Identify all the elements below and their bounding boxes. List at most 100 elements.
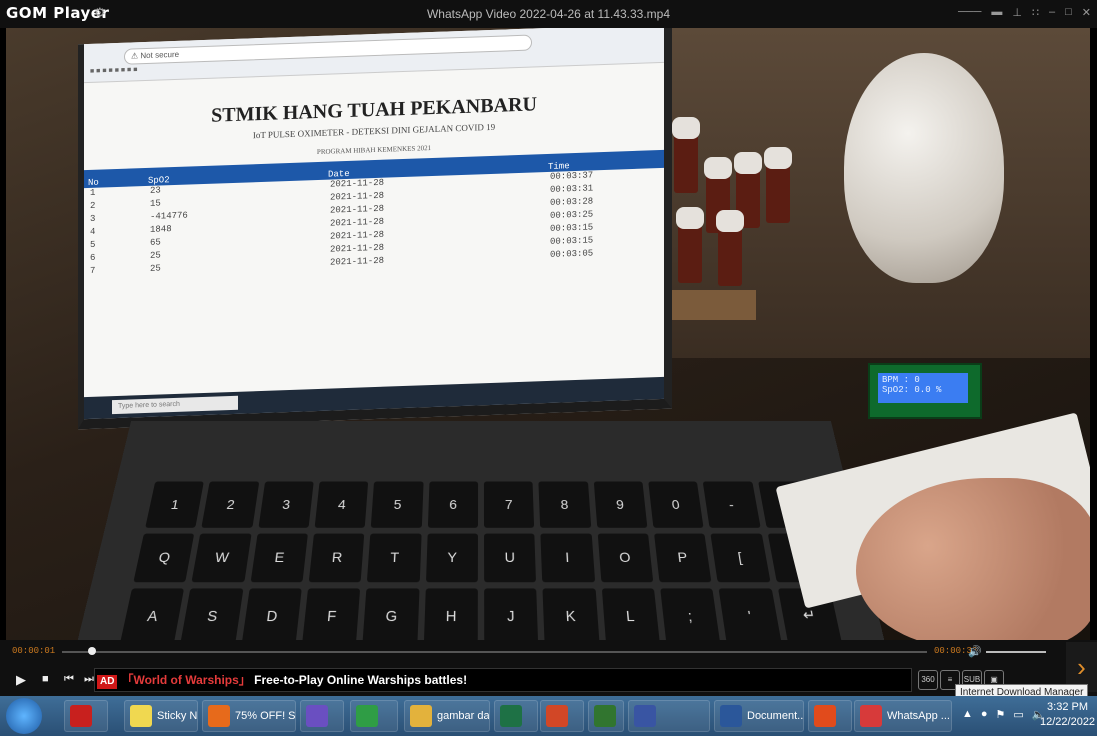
laptop-keyboard: 1234567890-=QWERTYUIOP[]ASDFGHJKL;'↵: [77, 421, 885, 640]
cell-time: 00:03:37: [550, 170, 594, 182]
taskbar-button[interactable]: [64, 700, 108, 732]
keyboard-key: ;: [660, 588, 721, 640]
lamp-diffuser: [844, 53, 1004, 283]
video-frame: ⚠ Not secure ■ ■ ■ ■ ■ ■ ■ ■ STMIK HANG …: [6, 28, 1090, 640]
cell-time: 00:03:15: [550, 235, 594, 247]
start-button-icon[interactable]: [6, 698, 42, 734]
cell-no: 7: [90, 265, 96, 276]
monitor-icon[interactable]: ▭: [1013, 708, 1023, 721]
taskbar-button-label: WhatsApp ...: [887, 710, 950, 722]
keyboard-key: J: [484, 588, 539, 640]
control-bar: ▶ ■ ⏮ ⏭ AD 「World of Warships」 Free-to-Pl…: [0, 664, 1097, 696]
taskbar-button[interactable]: [350, 700, 398, 732]
keyboard-key: H: [423, 588, 478, 640]
next-icon[interactable]: ⏭: [84, 673, 94, 686]
vr-360-button[interactable]: 360: [918, 670, 938, 690]
keyboard-key: P: [654, 533, 712, 583]
column-date: 2021-11-28 2021-11-28 2021-11-28 2021-11…: [300, 173, 520, 269]
taskbar-button[interactable]: Document...: [714, 700, 804, 732]
keyboard-key: 1: [145, 481, 205, 528]
taskbar-button-label: Sticky Notes: [157, 710, 198, 722]
laptop-taskbar: Type here to search: [84, 376, 664, 420]
taskbar-button[interactable]: [628, 700, 710, 732]
taskbar-button[interactable]: [808, 700, 852, 732]
cell-no: 6: [90, 252, 96, 263]
idm-icon: [814, 705, 836, 727]
taskbar-button[interactable]: [300, 700, 344, 732]
keyboard-key: 3: [258, 481, 314, 528]
lcd-line-1: BPM : 0: [882, 375, 920, 385]
cell-time: 00:03:05: [550, 248, 594, 260]
cell-time: 00:03:31: [550, 183, 594, 195]
keyboard-key: 4: [314, 481, 369, 528]
taskbar-button[interactable]: [494, 700, 538, 732]
cell-time: 00:03:28: [550, 196, 594, 208]
keyboard-key: L: [601, 588, 660, 640]
keyboard-key: 9: [593, 481, 648, 528]
minimize-icon[interactable]: –: [1049, 6, 1055, 19]
seek-knob[interactable]: [87, 647, 96, 655]
taskbar-button[interactable]: WhatsApp ...: [854, 700, 952, 732]
table-body: 1 2 3 4 5 6 7 23 15 -414776 1848 65 25 2…: [84, 168, 664, 276]
flag-icon[interactable]: ⚑: [996, 708, 1006, 721]
excel-icon: [500, 705, 522, 727]
sticky-notes-icon: [130, 705, 152, 727]
address-bar: ⚠ Not secure: [124, 34, 532, 65]
keyboard-key: -: [703, 481, 761, 528]
show-hidden-icons-icon[interactable]: ▲: [962, 708, 973, 721]
essential-oil-bottle: [676, 207, 704, 283]
stop-icon[interactable]: ■: [42, 673, 49, 685]
windows-taskbar: Sticky Notes 75% OFF! S... gambar da... Doc…: [0, 696, 1097, 736]
keyboard-key: 6: [427, 481, 479, 528]
keyboard-key: K: [542, 588, 600, 640]
bottle-shelf: [666, 290, 756, 320]
maximize-icon[interactable]: □: [1065, 6, 1072, 19]
ad-banner[interactable]: AD 「World of Warships」 Free-to-Play Onlin…: [94, 668, 912, 692]
taskbar-button-label: 75% OFF! S...: [235, 710, 296, 722]
seek-track[interactable]: [62, 647, 927, 655]
app-icon: [306, 705, 328, 727]
ad-game-title: 「World of Warships」: [121, 673, 251, 687]
clock-time: 3:32 PM: [1047, 701, 1089, 713]
window-title: WhatsApp Video 2022-04-26 at 11.43.33.mp…: [426, 7, 671, 21]
column-time: 00:03:37 00:03:31 00:03:28 00:03:25 00:0…: [520, 170, 593, 261]
compact-icon[interactable]: ∷: [1032, 6, 1039, 19]
taskbar-button[interactable]: [588, 700, 624, 732]
keyboard-key: D: [241, 588, 302, 640]
volume-icon[interactable]: 🔊: [968, 645, 982, 658]
volume-slider[interactable]: [986, 651, 1046, 653]
keyboard-key: I: [540, 533, 595, 583]
keyboard-keys: 1234567890-=QWERTYUIOP[]ASDFGHJKL;'↵: [120, 481, 842, 640]
video-area[interactable]: ⚠ Not secure ■ ■ ■ ■ ■ ■ ■ ■ STMIK HANG …: [0, 28, 1097, 640]
keyboard-key: S: [180, 588, 244, 640]
network-color-icon[interactable]: ●: [981, 708, 988, 721]
play-icon[interactable]: ▶: [16, 672, 26, 688]
current-time: 00:00:01: [12, 646, 56, 656]
keyboard-key: T: [367, 533, 422, 583]
keyboard-key: E: [250, 533, 308, 583]
pdf-icon: [70, 705, 92, 727]
close-icon[interactable]: ✕: [1082, 6, 1091, 19]
bookmarks-bar: ■ ■ ■ ■ ■ ■ ■ ■: [90, 66, 138, 75]
ad-text: Free-to-Play Online Warships battles!: [254, 673, 468, 687]
keyboard-key: ': [718, 588, 782, 640]
keyboard-key: R: [308, 533, 365, 583]
pin-icon[interactable]: ⊥: [1012, 6, 1022, 19]
minimize-pill-icon[interactable]: ▬: [991, 6, 1002, 19]
clock[interactable]: 3:32 PM 12/22/2022: [1040, 700, 1095, 730]
seek-bar-area: 00:00:01 00:00:36 🔊: [0, 640, 1097, 664]
cell-no: 4: [90, 226, 96, 237]
taskbar-button[interactable]: Sticky Notes: [124, 700, 198, 732]
keyboard-key: 7: [483, 481, 535, 528]
folder-icon: [410, 705, 432, 727]
taskbar-button[interactable]: gambar da...: [404, 700, 490, 732]
previous-icon[interactable]: ⏮: [64, 673, 74, 686]
taskbar-button[interactable]: 75% OFF! S...: [202, 700, 296, 732]
cell-no: 2: [90, 200, 96, 211]
keyboard-key: A: [120, 588, 185, 640]
keyboard-key: [: [710, 533, 771, 583]
visio-icon: [634, 705, 656, 727]
playlist-line-icon[interactable]: ───: [958, 6, 981, 19]
lcd-line-2: SpO2: 0.0 %: [882, 385, 942, 395]
taskbar-button[interactable]: [540, 700, 584, 732]
